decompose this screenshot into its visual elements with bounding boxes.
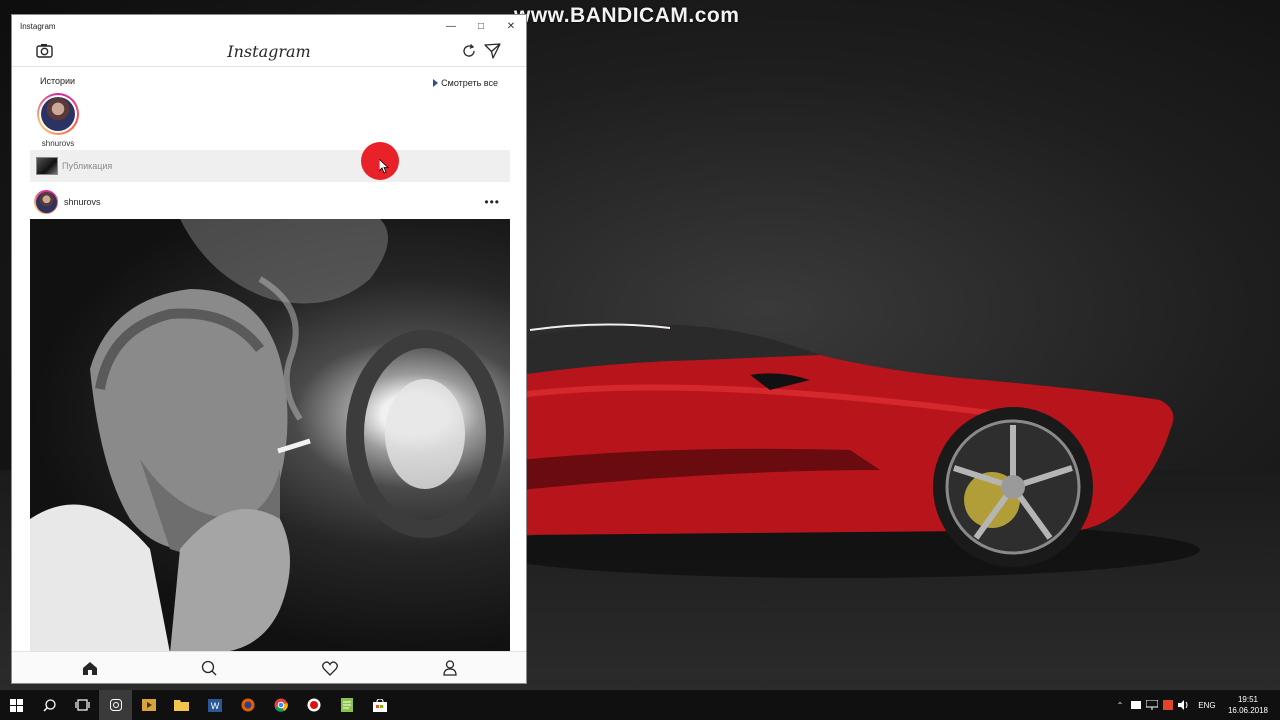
direct-message-icon[interactable] xyxy=(484,43,501,64)
clock-date: 16.06.2018 xyxy=(1227,706,1268,715)
see-all-label: Смотреть все xyxy=(441,78,498,88)
search-icon[interactable] xyxy=(200,659,218,677)
maximize-button[interactable]: □ xyxy=(466,15,496,37)
maximize-icon: □ xyxy=(477,20,485,32)
profile-icon[interactable] xyxy=(441,659,459,677)
minimize-icon: — xyxy=(446,20,456,32)
window-titlebar[interactable]: Instagram — □ ✕ xyxy=(12,15,526,37)
language-label: ENG xyxy=(1198,700,1216,710)
bottom-navigation xyxy=(12,651,526,683)
notepad-icon[interactable] xyxy=(330,690,363,720)
close-icon: ✕ xyxy=(506,20,516,32)
see-all-link[interactable]: Смотреть все xyxy=(433,78,498,88)
clock-time: 19:51 xyxy=(1237,695,1258,704)
word-icon[interactable]: W xyxy=(198,690,231,720)
home-icon[interactable] xyxy=(81,659,99,677)
language-indicator[interactable]: ENG xyxy=(1192,690,1222,720)
taskbar-clock[interactable]: 19:51 16.06.2018 xyxy=(1228,694,1268,716)
bandicam-icon[interactable] xyxy=(297,690,330,720)
publication-label: Публикация xyxy=(62,161,113,171)
svg-text:W: W xyxy=(210,701,219,711)
minimize-button[interactable]: — xyxy=(436,15,466,37)
publication-progress-bar: Публикация xyxy=(30,150,510,182)
post-avatar[interactable] xyxy=(34,190,58,214)
start-icon[interactable] xyxy=(0,690,33,720)
post-photo[interactable] xyxy=(30,219,510,653)
mouse-cursor-icon xyxy=(379,159,389,174)
explorer-icon[interactable] xyxy=(165,690,198,720)
notification-area-icon[interactable] xyxy=(1128,690,1144,720)
window-title: Instagram xyxy=(20,21,56,31)
app-tray-icon[interactable] xyxy=(1160,690,1176,720)
instagram-icon[interactable] xyxy=(99,690,132,720)
stories-section: Истории Смотреть все shnurovs xyxy=(12,67,526,153)
post-photo-image xyxy=(30,219,504,653)
publication-thumbnail xyxy=(36,157,58,175)
instagram-logo: Instagram xyxy=(227,42,311,61)
story-item[interactable]: shnurovs xyxy=(36,93,80,148)
stories-heading: Истории xyxy=(40,76,76,86)
network-icon[interactable] xyxy=(1144,690,1160,720)
story-avatar-ring xyxy=(37,93,79,135)
store-icon[interactable] xyxy=(363,690,396,720)
media-player-icon[interactable] xyxy=(132,690,165,720)
search-icon[interactable] xyxy=(33,690,66,720)
more-dots-icon[interactable]: ••• xyxy=(484,195,500,209)
post-username[interactable]: shnurovs xyxy=(64,197,484,207)
chevron-up-icon[interactable]: ⌃ xyxy=(1112,690,1128,720)
windows-taskbar: W ⌃ ENG 19:51 16.06.2018 xyxy=(0,690,1280,720)
post-header: shnurovs ••• xyxy=(30,185,510,219)
refresh-icon[interactable] xyxy=(462,44,476,63)
red-car-image xyxy=(520,323,1200,578)
close-button[interactable]: ✕ xyxy=(496,15,526,37)
volume-icon[interactable] xyxy=(1176,690,1192,720)
story-username: shnurovs xyxy=(41,139,75,148)
task-view-icon[interactable] xyxy=(66,690,99,720)
heart-icon[interactable] xyxy=(321,659,339,677)
instagram-window: Instagram — □ ✕ Instagram Истории Смотре… xyxy=(11,14,527,684)
avatar xyxy=(41,97,75,131)
chrome-icon[interactable] xyxy=(264,690,297,720)
play-triangle-icon xyxy=(433,79,439,87)
bandicam-watermark: www.BANDICAM.com xyxy=(514,4,740,27)
firefox-icon[interactable] xyxy=(231,690,264,720)
app-header: Instagram xyxy=(12,37,526,67)
system-tray: ⌃ ENG 19:51 16.06.2018 xyxy=(1112,690,1280,720)
